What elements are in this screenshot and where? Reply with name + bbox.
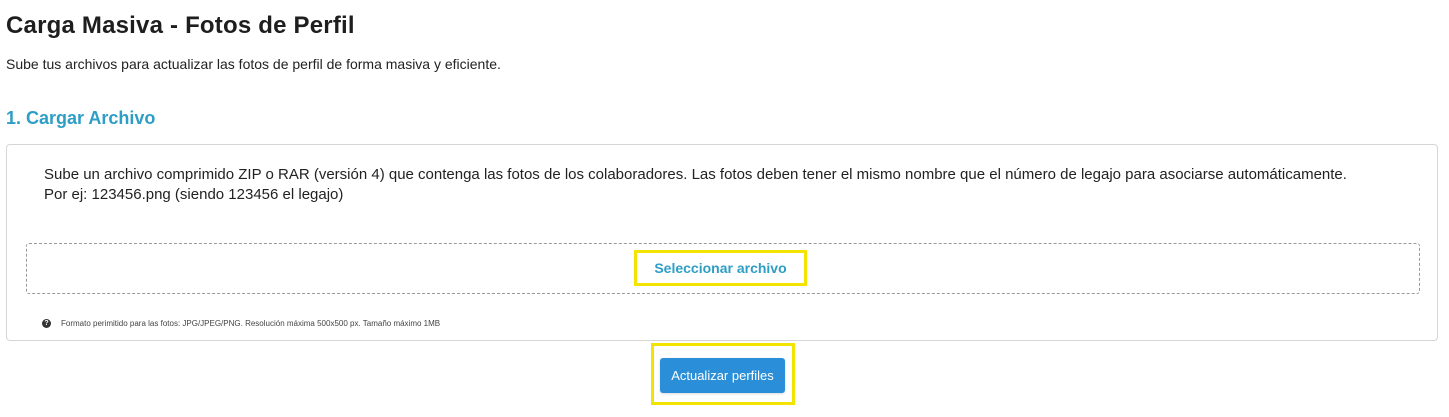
format-hint: ? Formato perimitido para las fotos: JPG… [42, 319, 440, 328]
upload-card: Sube un archivo comprimido ZIP o RAR (ve… [6, 144, 1438, 341]
page: Carga Masiva - Fotos de Perfil Sube tus … [0, 0, 1449, 417]
upload-example-text: Por ej: 123456.png (siendo 123456 el leg… [44, 186, 344, 203]
select-file-button[interactable]: Seleccionar archivo [634, 250, 807, 286]
upload-description: Sube un archivo comprimido ZIP o RAR (ve… [44, 165, 1384, 205]
format-hint-text: Formato perimitido para las fotos: JPG/J… [61, 319, 441, 328]
update-button-highlight: Actualizar perfiles [651, 343, 795, 405]
file-dropzone[interactable]: Seleccionar archivo [26, 243, 1420, 294]
update-profiles-button[interactable]: Actualizar perfiles [660, 358, 785, 393]
upload-description-text: Sube un archivo comprimido ZIP o RAR (ve… [44, 166, 1347, 183]
section-title: 1. Cargar Archivo [6, 108, 156, 128]
page-title: Carga Masiva - Fotos de Perfil [6, 12, 355, 39]
page-subtitle: Sube tus archivos para actualizar las fo… [6, 56, 501, 72]
question-circle-icon: ? [42, 319, 51, 328]
